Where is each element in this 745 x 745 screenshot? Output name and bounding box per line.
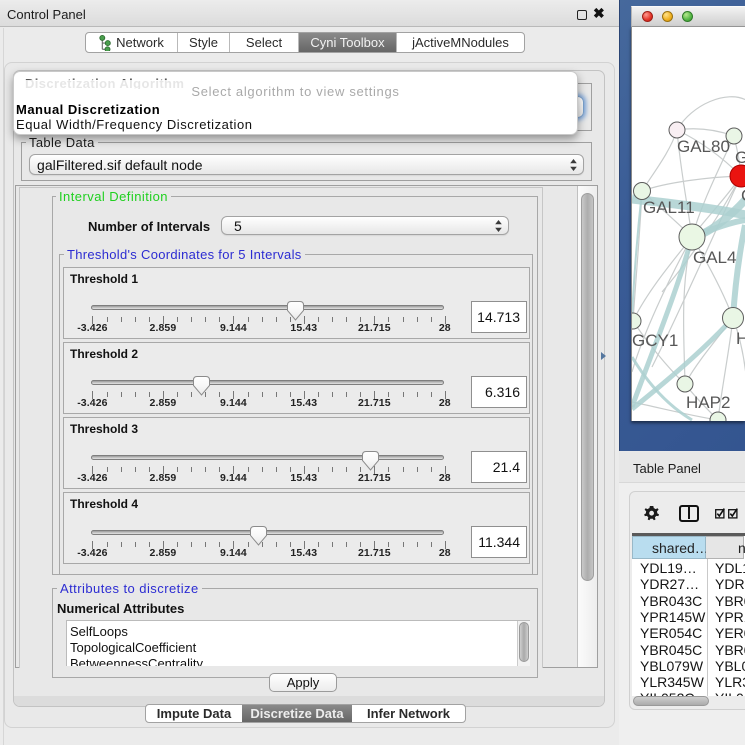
svg-text:GCY1: GCY1: [632, 331, 678, 350]
svg-text:HAP2: HAP2: [686, 393, 730, 412]
svg-text:GAL11: GAL11: [643, 198, 695, 217]
svg-text:GAL4: GAL4: [693, 248, 736, 267]
svg-text:C1: C1: [741, 186, 745, 205]
svg-text:GAL80: GAL80: [677, 137, 730, 156]
svg-text:H: H: [736, 329, 745, 348]
svg-text:GA: GA: [735, 148, 745, 167]
